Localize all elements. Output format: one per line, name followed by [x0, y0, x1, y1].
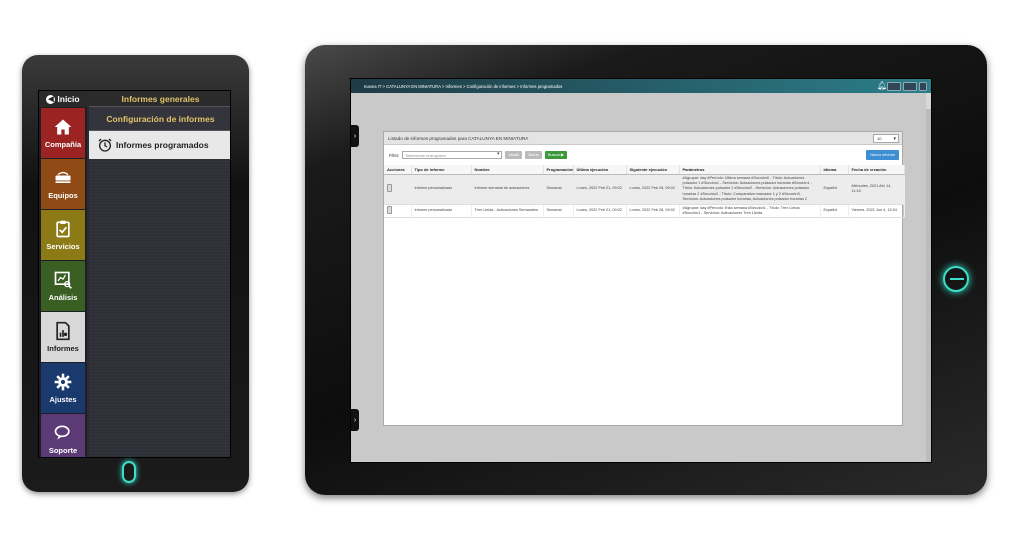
chevron-right-icon: ›: [353, 416, 357, 424]
clear-filter-button[interactable]: Borrar: [525, 151, 543, 159]
phone-home-button[interactable]: [122, 461, 136, 483]
nav-tile-ajustes[interactable]: Ajustes: [41, 363, 85, 413]
phone-screen: ◀ Inicio Compañía Equipos Servicios Anál…: [38, 90, 231, 458]
scrollbar[interactable]: [926, 93, 931, 462]
router-icon: [55, 171, 71, 183]
nav-tile-label: Informes: [47, 344, 79, 353]
col-acciones[interactable]: Acciones: [384, 165, 412, 175]
col-siguiente[interactable]: Siguiente ejecución: [626, 165, 680, 175]
nav-tile-equipos[interactable]: Equipos: [41, 159, 85, 209]
cell-tipo: Informe personalizado: [411, 174, 472, 205]
cell-programacion: Semanal: [543, 174, 574, 205]
cell-idioma: Español: [820, 174, 849, 205]
nav-tile-label: Análisis: [48, 293, 78, 302]
menu-informes-programados[interactable]: Informes programados: [89, 131, 230, 159]
cell-ultima: Lunes, 2022 Feb 21, 09:02: [573, 174, 627, 205]
cell-fecha: Viernes, 2021 Jun 4, 13:54: [848, 204, 905, 219]
row-action-menu-icon[interactable]: [387, 183, 392, 192]
nav-tile-label: Compañía: [44, 140, 82, 149]
arrow-left-icon: ◀: [46, 94, 56, 104]
row-action-menu-icon[interactable]: [387, 205, 392, 214]
col-nombre[interactable]: Nombre: [471, 165, 544, 175]
chart-search-icon: [54, 271, 72, 289]
search-button[interactable]: Buscar ▶: [545, 151, 567, 159]
cell-parametros: #Agrupar: day #Período: Esta semana #Sec…: [679, 204, 821, 219]
bell-icon[interactable]: 🔔︎: [877, 81, 887, 91]
cell-nombre: Informe semanal de actuaciones: [471, 174, 544, 205]
nav-tile-soporte[interactable]: Soporte: [41, 414, 85, 457]
inicio-label: Inicio: [57, 94, 80, 104]
nav-tile-informes[interactable]: Informes: [41, 312, 85, 362]
row-actions: [384, 174, 412, 205]
col-fecha[interactable]: Fecha de creación: [848, 165, 905, 175]
filter-bar: Filtro: Seleccione una opción Añadir Bor…: [384, 145, 902, 165]
gear-icon: [54, 373, 72, 391]
nav-tile-label: Servicios: [46, 242, 80, 251]
reports-table: Acciones Tipo de informe Nombre Programa…: [384, 165, 905, 219]
scrollbar-thumb[interactable]: [926, 109, 931, 462]
cell-siguiente: Lunes, 2022 Feb 28, 09:02: [626, 204, 680, 219]
filter-select[interactable]: Seleccione una opción: [402, 151, 503, 159]
filter-label: Filtro:: [389, 152, 400, 158]
table-row[interactable]: Informe personalizado Informe semanal de…: [384, 174, 905, 205]
cell-idioma: Español: [820, 204, 849, 219]
chevron-right-icon: ›: [353, 132, 357, 140]
panel-title: Listado de informes programados para CAT…: [384, 132, 902, 145]
nav-tile-analisis[interactable]: Análisis: [41, 261, 85, 311]
scheduled-reports-panel: Listado de informes programados para CAT…: [383, 131, 905, 426]
cell-ultima: Lunes, 2022 Feb 21, 09:02: [573, 204, 627, 219]
menu-informes-generales[interactable]: Informes generales: [89, 91, 230, 107]
breadcrumb: Inavea IT > CATALUNYA EN MINIATURA > Inf…: [364, 83, 563, 89]
phone-device: ◀ Inicio Compañía Equipos Servicios Anál…: [22, 55, 249, 492]
language-menu-button[interactable]: [903, 81, 917, 91]
report-icon: [56, 321, 70, 341]
submenu-panel: Informes generales Configuración de info…: [89, 91, 230, 457]
expand-sidebar-tab-bottom[interactable]: ›: [351, 409, 359, 431]
col-programacion[interactable]: Programación: [543, 165, 574, 175]
power-button[interactable]: [919, 81, 927, 91]
col-tipo[interactable]: Tipo de informe: [411, 165, 472, 175]
menu-configuracion-informes[interactable]: Configuración de informes: [89, 107, 230, 131]
menu-active-label: Informes programados: [116, 140, 209, 150]
cell-fecha: Miércoles, 2021 Abr 14, 11:15: [848, 174, 905, 205]
cell-programacion: Semanal: [543, 204, 574, 219]
tablet-screen: Inavea IT > CATALUNYA EN MINIATURA > Inf…: [350, 78, 932, 463]
nav-tile-label: Soporte: [48, 446, 78, 455]
tablet-home-button[interactable]: [943, 266, 969, 292]
chat-icon: [54, 425, 70, 440]
device-mockup-scene: ◀ Inicio Compañía Equipos Servicios Anál…: [0, 0, 1024, 542]
col-ultima[interactable]: Última ejecución: [573, 165, 627, 175]
page-size-select[interactable]: 10: [873, 134, 899, 143]
expand-sidebar-tab[interactable]: ›: [351, 125, 359, 147]
icon-sidebar: ◀ Inicio Compañía Equipos Servicios Anál…: [39, 91, 87, 457]
nav-tile-label: Ajustes: [49, 395, 77, 404]
top-bar-actions: 🔔︎: [877, 81, 927, 91]
alarm-clock-icon: [98, 138, 112, 152]
clipboard-check-icon: [56, 220, 70, 238]
nav-tile-servicios[interactable]: Servicios: [41, 210, 85, 260]
add-filter-button[interactable]: Añadir: [505, 151, 523, 159]
tablet-device: Inavea IT > CATALUNYA EN MINIATURA > Inf…: [305, 45, 987, 495]
row-actions: [384, 204, 412, 219]
home-icon: [54, 119, 72, 135]
user-menu-button[interactable]: [887, 81, 901, 91]
panel-title-text: Listado de informes programados para CAT…: [388, 135, 529, 141]
cell-nombre: Tren Lleida - Activaciones Semanales: [471, 204, 544, 219]
new-report-button[interactable]: Nuevo informe: [866, 150, 899, 160]
inicio-button[interactable]: ◀ Inicio: [39, 91, 87, 107]
nav-tile-compania[interactable]: Compañía: [41, 108, 85, 158]
table-header-row: Acciones Tipo de informe Nombre Programa…: [384, 165, 905, 175]
nav-tile-label: Equipos: [48, 191, 78, 200]
top-bar: Inavea IT > CATALUNYA EN MINIATURA > Inf…: [351, 79, 931, 93]
col-idioma[interactable]: Idioma: [820, 165, 849, 175]
cell-tipo: Informe personalizado: [411, 204, 472, 219]
cell-siguiente: Lunes, 2022 Feb 28, 09:02: [626, 174, 680, 205]
cell-parametros: #Agrupar: day #Período: Última semana #S…: [679, 174, 821, 205]
col-parametros[interactable]: Parámetros: [679, 165, 821, 175]
table-row[interactable]: Informe personalizado Tren Lleida - Acti…: [384, 204, 905, 219]
